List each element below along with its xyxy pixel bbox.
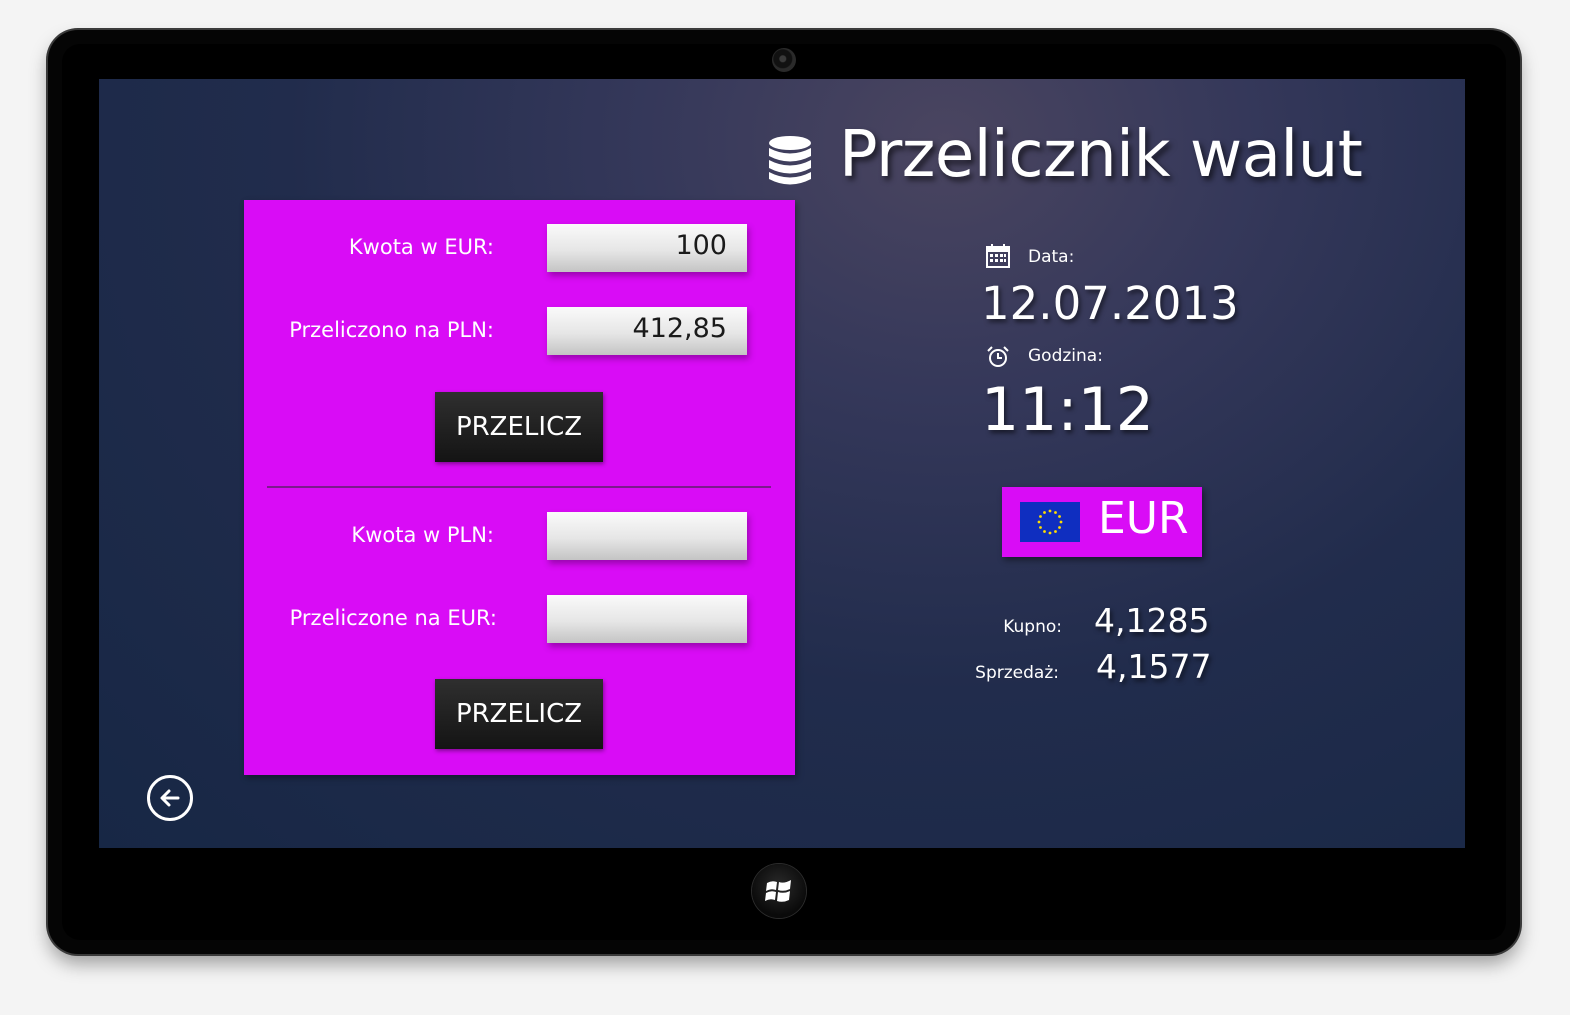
back-button[interactable] — [147, 775, 193, 821]
back-arrow-icon — [160, 789, 180, 807]
windows-start-button[interactable] — [752, 864, 806, 918]
flag-star — [1054, 511, 1057, 514]
eur-amount-label: Kwota w EUR: — [348, 235, 494, 259]
flag-star — [1039, 526, 1042, 529]
date-label: Data: — [1028, 247, 1075, 267]
currency-code: EUR — [1098, 493, 1189, 544]
calendar-icon — [986, 244, 1010, 268]
time-value: 11:12 — [981, 375, 1154, 445]
alarm-clock-icon — [987, 346, 1009, 367]
currency-badge[interactable]: EUR — [1002, 487, 1202, 557]
flag-star — [1048, 531, 1052, 535]
flag-star — [1037, 520, 1041, 524]
convert-pln-to-eur-button[interactable]: PRZELICZ — [435, 679, 603, 749]
divider — [267, 486, 771, 488]
eu-flag-icon — [1020, 502, 1080, 542]
pln-amount-input[interactable] — [547, 512, 747, 560]
buy-label: Kupno: — [1003, 617, 1062, 637]
app-screen: Przelicznik walut Kwota w EUR: 100 Przel… — [99, 79, 1465, 848]
pln-result-label: Przeliczono na PLN: — [289, 318, 494, 342]
windows-logo-icon — [765, 880, 791, 902]
camera-icon — [772, 48, 796, 72]
date-value: 12.07.2013 — [981, 277, 1239, 330]
flag-star — [1059, 520, 1063, 524]
eur-result-field[interactable] — [547, 595, 747, 643]
flag-star — [1058, 526, 1061, 529]
flag-star — [1039, 515, 1042, 518]
sell-value: 4,1577 — [1096, 647, 1212, 686]
eur-result-label: Przeliczone na EUR: — [289, 606, 497, 630]
flag-star — [1043, 530, 1046, 533]
flag-star — [1043, 511, 1046, 514]
eur-amount-input[interactable]: 100 — [547, 224, 747, 272]
flag-star — [1048, 509, 1052, 513]
database-icon — [769, 136, 811, 185]
pln-amount-label: Kwota w PLN: — [351, 523, 494, 547]
sell-label: Sprzedaż: — [975, 663, 1059, 683]
flag-star — [1058, 515, 1061, 518]
convert-eur-to-pln-button[interactable]: PRZELICZ — [435, 392, 603, 462]
buy-value: 4,1285 — [1094, 601, 1210, 640]
converter-panel: Kwota w EUR: 100 Przeliczono na PLN: 412… — [244, 200, 795, 775]
pln-result-field[interactable]: 412,85 — [547, 307, 747, 355]
time-label: Godzina: — [1028, 346, 1103, 366]
page-title: Przelicznik walut — [839, 118, 1363, 192]
header: Przelicznik walut — [767, 115, 1363, 195]
flag-star — [1054, 530, 1057, 533]
